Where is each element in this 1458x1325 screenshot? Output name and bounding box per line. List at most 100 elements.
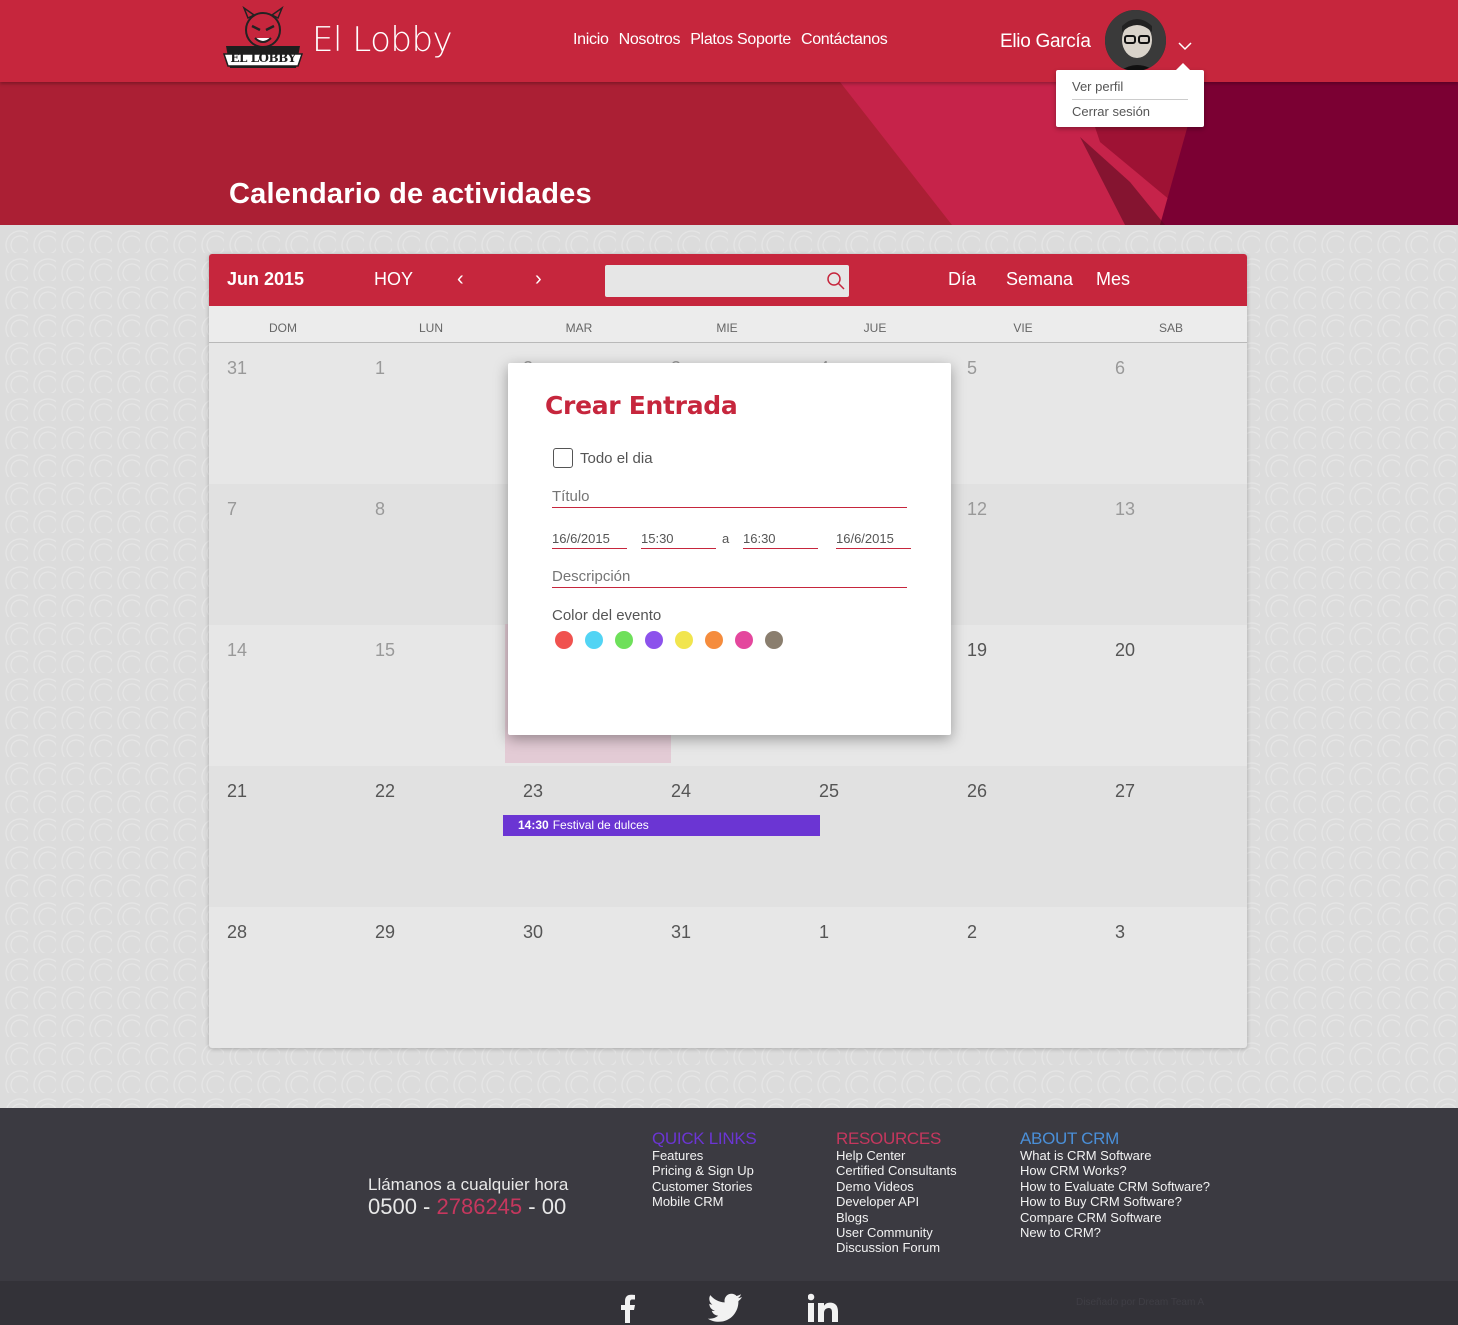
day-cell[interactable]: 1: [375, 358, 385, 379]
day-cell[interactable]: 31: [227, 358, 247, 379]
day-cell[interactable]: 12: [967, 499, 987, 520]
page-title: Calendario de actividades: [229, 178, 592, 210]
all-day-checkbox[interactable]: [553, 448, 573, 468]
footer-link[interactable]: How CRM Works?: [1020, 1163, 1210, 1178]
start-date-field[interactable]: [552, 529, 627, 549]
modal-title: Crear Entrada: [545, 391, 738, 420]
prev-month-button[interactable]: ‹: [457, 268, 464, 291]
footer-link[interactable]: User Community: [836, 1225, 957, 1240]
quick-links-column: QUICK LINKS Features Pricing & Sign Up C…: [652, 1129, 757, 1210]
day-cell[interactable]: 28: [227, 922, 247, 943]
footer-link[interactable]: Demo Videos: [836, 1179, 957, 1194]
footer-link[interactable]: Discussion Forum: [836, 1240, 957, 1255]
facebook-icon[interactable]: [618, 1293, 636, 1323]
footer-link[interactable]: Customer Stories: [652, 1179, 756, 1194]
day-cell[interactable]: 25: [819, 781, 839, 802]
day-cell[interactable]: 23: [523, 781, 543, 802]
footer-link[interactable]: How to Buy CRM Software?: [1020, 1194, 1210, 1209]
color-swatch-orange[interactable]: [705, 631, 723, 649]
resources-column: RESOURCES Help Center Certified Consulta…: [836, 1130, 957, 1256]
day-cell[interactable]: 15: [375, 640, 395, 661]
color-swatch-brown[interactable]: [765, 631, 783, 649]
day-cell[interactable]: 5: [967, 358, 977, 379]
brand-name[interactable]: El Lobby: [312, 20, 453, 60]
calendar-toolbar: Jun 2015 HOY ‹ › Día Semana Mes: [209, 254, 1247, 306]
nav-contactanos[interactable]: Contáctanos: [801, 31, 888, 49]
weekday-header: DOM LUN MAR MIE JUE VIE SAB: [209, 306, 1247, 343]
day-cell[interactable]: 13: [1115, 499, 1135, 520]
day-cell[interactable]: 19: [967, 640, 987, 661]
footer-link[interactable]: Developer API: [836, 1194, 957, 1209]
calendar-event[interactable]: 14:30 Festival de dulces: [503, 815, 820, 836]
user-name[interactable]: Elio García: [1000, 31, 1091, 53]
nav-nosotros[interactable]: Nosotros: [619, 31, 681, 49]
day-cell[interactable]: 30: [523, 922, 543, 943]
footer-link[interactable]: Pricing & Sign Up: [652, 1163, 756, 1178]
footer-link[interactable]: Certified Consultants: [836, 1163, 957, 1178]
quick-links-title: QUICK LINKS: [652, 1129, 757, 1148]
day-cell[interactable]: 8: [375, 499, 385, 520]
view-week-button[interactable]: Semana: [1006, 269, 1073, 290]
about-crm-column: ABOUT CRM What is CRM Software How CRM W…: [1020, 1130, 1210, 1241]
menu-cerrar-sesion[interactable]: Cerrar sesión: [1072, 104, 1150, 119]
el-lobby-logo[interactable]: EL LOBBY: [222, 5, 304, 76]
twitter-icon[interactable]: [707, 1293, 743, 1323]
linkedin-icon[interactable]: [808, 1293, 838, 1323]
color-swatch-cyan[interactable]: [585, 631, 603, 649]
color-swatch-red[interactable]: [555, 631, 573, 649]
end-time-field[interactable]: [743, 529, 818, 549]
calendar-week-5: 28 29 30 31 1 2 3: [209, 907, 1247, 1048]
today-button[interactable]: HOY: [374, 269, 413, 290]
color-swatch-pink[interactable]: [735, 631, 753, 649]
footer-link[interactable]: Compare CRM Software: [1020, 1210, 1210, 1225]
weekday-lun: LUN: [418, 321, 443, 335]
day-cell[interactable]: 27: [1115, 781, 1135, 802]
footer-link[interactable]: Help Center: [836, 1148, 957, 1163]
day-cell[interactable]: 29: [375, 922, 395, 943]
footer-link[interactable]: Features: [652, 1148, 756, 1163]
day-cell[interactable]: 24: [671, 781, 691, 802]
day-cell[interactable]: 20: [1115, 640, 1135, 661]
nav-inicio[interactable]: Inicio: [573, 31, 609, 49]
day-cell[interactable]: 21: [227, 781, 247, 802]
nav-platos-soporte[interactable]: Platos Soporte: [690, 31, 791, 49]
page-banner: Calendario de actividades: [0, 82, 1458, 225]
day-cell[interactable]: 7: [227, 499, 237, 520]
color-swatch-yellow[interactable]: [675, 631, 693, 649]
day-cell[interactable]: 2: [967, 922, 977, 943]
calendar-search-input[interactable]: [605, 265, 849, 297]
day-cell[interactable]: 26: [967, 781, 987, 802]
end-date-field[interactable]: [836, 529, 911, 549]
day-cell[interactable]: 3: [1115, 922, 1125, 943]
phone-number: 0500 - 2786245 - 00: [368, 1194, 566, 1220]
footer-link[interactable]: Mobile CRM: [652, 1194, 756, 1209]
title-field[interactable]: [552, 485, 907, 508]
weekday-sab: SAB: [1158, 321, 1183, 335]
menu-ver-perfil[interactable]: Ver perfil: [1072, 79, 1123, 94]
color-swatch-purple[interactable]: [645, 631, 663, 649]
day-cell[interactable]: 1: [819, 922, 829, 943]
phone-prefix: 0500 -: [368, 1194, 437, 1219]
next-month-button[interactable]: ›: [535, 268, 542, 291]
search-icon[interactable]: [826, 271, 846, 291]
avatar[interactable]: [1103, 8, 1168, 73]
weekday-dom: DOM: [269, 321, 297, 335]
dropdown-divider: [1072, 99, 1188, 100]
footer-link[interactable]: What is CRM Software: [1020, 1148, 1210, 1163]
chevron-down-icon[interactable]: [1177, 38, 1193, 54]
range-separator: a: [722, 531, 730, 546]
footer-link[interactable]: Blogs: [836, 1210, 957, 1225]
footer-link[interactable]: New to CRM?: [1020, 1225, 1210, 1240]
view-month-button[interactable]: Mes: [1096, 269, 1130, 290]
day-cell[interactable]: 14: [227, 640, 247, 661]
weekday-mar: MAR: [565, 321, 593, 335]
view-day-button[interactable]: Día: [948, 269, 976, 290]
color-swatch-green[interactable]: [615, 631, 633, 649]
day-cell[interactable]: 22: [375, 781, 395, 802]
footer-link[interactable]: How to Evaluate CRM Software?: [1020, 1179, 1210, 1194]
start-time-field[interactable]: [641, 529, 716, 549]
description-field[interactable]: [552, 565, 907, 588]
weekday-mie: MIE: [716, 321, 738, 335]
day-cell[interactable]: 31: [671, 922, 691, 943]
day-cell[interactable]: 6: [1115, 358, 1125, 379]
